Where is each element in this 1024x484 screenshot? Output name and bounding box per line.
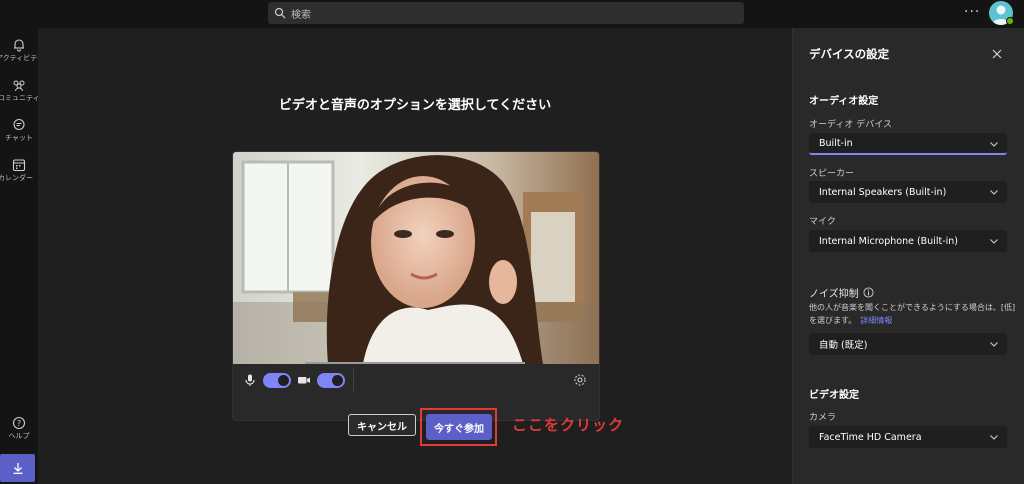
- help-icon: ?: [12, 416, 26, 430]
- people-icon: [13, 80, 25, 92]
- microphone-label: マイク: [809, 217, 836, 227]
- speaker-label: スピーカー: [809, 169, 855, 179]
- chat-icon: [13, 118, 25, 131]
- rail-item-chat[interactable]: チャット: [0, 118, 38, 143]
- camera-icon: [298, 377, 310, 384]
- download-icon: [13, 463, 22, 474]
- presence-available-badge: [1006, 17, 1014, 25]
- chevron-down-icon: [990, 239, 998, 244]
- panel-title: デバイスの設定: [809, 47, 890, 61]
- camera-value: FaceTime HD Camera: [819, 431, 922, 443]
- rail-item-activity[interactable]: アクティビティ: [0, 38, 38, 63]
- microphone-icon: [245, 374, 255, 386]
- audio-device-label: オーディオ デバイス: [809, 120, 892, 130]
- chevron-down-icon: [990, 342, 998, 347]
- camera-toggle-knob: [332, 375, 343, 386]
- camera-toggle[interactable]: [317, 373, 345, 388]
- rail-item-community[interactable]: コミュニティ: [0, 78, 38, 103]
- search-placeholder: 検索: [291, 9, 311, 21]
- prejoin-main: ビデオと音声のオプションを選択してください キャンセル 今すぐ参加 ここをクリッ…: [38, 28, 792, 484]
- rail-item-calendar[interactable]: カレンダー: [0, 158, 38, 183]
- camera-dropdown[interactable]: FaceTime HD Camera: [809, 426, 1007, 448]
- noise-description-text: 他の人が音楽を聞くことができるようにする場合は、[低] を選びます。: [809, 303, 1016, 325]
- camera-preview-image: [233, 152, 599, 364]
- rail-label-chat: チャット: [5, 134, 33, 142]
- page-title: ビデオと音声のオプションを選択してください: [278, 98, 552, 113]
- click-here-annotation: ここをクリック: [512, 416, 625, 434]
- close-icon: [992, 49, 1002, 59]
- rail-item-help[interactable]: ? ヘルプ: [0, 416, 38, 441]
- rail-label-calendar: カレンダー: [0, 174, 33, 182]
- microphone-toggle-knob: [278, 375, 289, 386]
- audio-device-value: Built-in: [819, 137, 853, 149]
- rail-label-community: コミュニティ: [0, 94, 38, 102]
- microphone-dropdown[interactable]: Internal Microphone (Built-in): [809, 230, 1007, 252]
- top-bar: 検索 ···: [0, 0, 1024, 28]
- preview-controls-bar: [233, 364, 599, 396]
- noise-suppression-value: 自動 (既定): [819, 340, 868, 351]
- join-button-highlight: 今すぐ参加: [420, 408, 497, 446]
- learn-more-link[interactable]: 詳細情報: [860, 316, 892, 325]
- search-icon: [274, 7, 286, 19]
- rail-label-activity: アクティビティ: [0, 54, 38, 62]
- close-panel-button[interactable]: [991, 45, 1003, 59]
- noise-suppression-dropdown[interactable]: 自動 (既定): [809, 333, 1007, 355]
- cancel-button[interactable]: キャンセル: [348, 414, 416, 436]
- download-button[interactable]: [0, 454, 35, 482]
- audio-device-dropdown[interactable]: Built-in: [809, 133, 1007, 155]
- audio-settings-heading: オーディオ設定: [809, 96, 879, 107]
- video-settings-heading: ビデオ設定: [809, 390, 859, 401]
- left-rail: アクティビティ コミュニティ チャット カレンダー ? ヘルプ: [0, 28, 38, 484]
- device-settings-panel: デバイスの設定 オーディオ設定 オーディオ デバイス Built-in スピーカ…: [792, 28, 1024, 484]
- info-icon[interactable]: [863, 287, 874, 298]
- calendar-icon: [12, 159, 26, 172]
- chevron-down-icon: [990, 435, 998, 440]
- chevron-down-icon: [990, 142, 998, 147]
- rail-label-help: ヘルプ: [8, 432, 30, 440]
- search-box[interactable]: 検索: [268, 2, 744, 24]
- chevron-down-icon: [990, 190, 998, 195]
- join-now-button[interactable]: 今すぐ参加: [426, 414, 492, 440]
- microphone-toggle[interactable]: [263, 373, 291, 388]
- speaker-dropdown[interactable]: Internal Speakers (Built-in): [809, 181, 1007, 203]
- bell-icon: [14, 39, 24, 52]
- microphone-value: Internal Microphone (Built-in): [819, 235, 958, 247]
- noise-suppression-text: ノイズ抑制: [809, 289, 859, 300]
- app-window: 検索 ··· アクティビティ コミュニティ チャット カレンダー ? ヘルプ: [0, 0, 1024, 484]
- noise-suppression-label: ノイズ抑制: [809, 285, 874, 300]
- camera-label: カメラ: [809, 413, 837, 423]
- speaker-value: Internal Speakers (Built-in): [819, 186, 947, 198]
- noise-suppression-description: 他の人が音楽を聞くことができるようにする場合は、[低] を選びます。 詳細情報: [809, 301, 1017, 327]
- svg-text:?: ?: [17, 419, 21, 428]
- gear-icon[interactable]: [573, 373, 587, 387]
- more-options-icon[interactable]: ···: [964, 4, 980, 20]
- video-preview-card: [232, 151, 600, 421]
- controls-divider: [353, 369, 354, 391]
